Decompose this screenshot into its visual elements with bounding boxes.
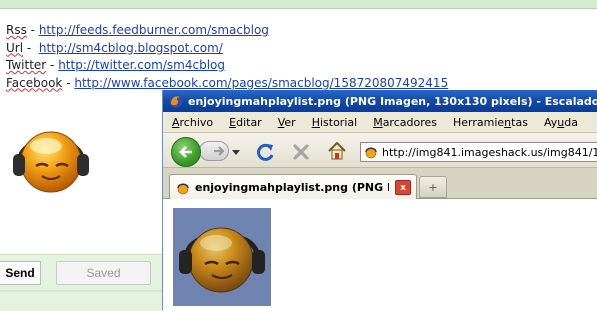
headphone-smiley-image bbox=[179, 227, 265, 293]
link-separator: - bbox=[46, 58, 59, 72]
url-text: http://img841.imageshack.us/img841/1516/ bbox=[382, 145, 597, 159]
send-button[interactable]: Send bbox=[0, 261, 41, 285]
window-titlebar[interactable]: enjoyingmahplaylist.png (PNG Imagen, 130… bbox=[163, 90, 597, 112]
back-arrow-icon bbox=[179, 146, 192, 158]
link-list: Rss - http://feeds.feedburner.com/smacbl… bbox=[6, 22, 448, 92]
new-tab-button[interactable]: + bbox=[419, 176, 447, 198]
saved-button[interactable]: Saved bbox=[56, 261, 151, 285]
favicon-icon bbox=[365, 147, 377, 159]
reload-icon[interactable] bbox=[255, 141, 277, 163]
back-button[interactable] bbox=[171, 137, 201, 167]
url-bar[interactable]: http://img841.imageshack.us/img841/1516/ bbox=[360, 142, 597, 162]
firefox-icon bbox=[169, 94, 183, 108]
tab-title: enjoyingmahplaylist.png (PNG Im... bbox=[195, 181, 389, 194]
menu-editar[interactable]: Editar bbox=[220, 116, 269, 129]
link-blog[interactable]: http://sm4cblog.blogspot.com/ bbox=[39, 41, 223, 55]
menu-bar: Archivo Editar Ver Historial Marcadores … bbox=[163, 112, 597, 133]
forward-button[interactable] bbox=[199, 141, 229, 161]
image-viewer[interactable] bbox=[173, 208, 271, 306]
link-facebook[interactable]: http://www.facebook.com/pages/smacblog/1… bbox=[74, 76, 448, 90]
menu-herramientas[interactable]: Herramientas bbox=[444, 116, 535, 129]
link-label: Url bbox=[6, 40, 24, 55]
action-bar-divider bbox=[0, 290, 162, 292]
stop-icon[interactable] bbox=[291, 142, 311, 162]
menu-archivo[interactable]: Archivo bbox=[163, 116, 220, 129]
link-rss[interactable]: http://feeds.feedburner.com/smacblog bbox=[39, 23, 269, 37]
headphone-smiley-image bbox=[13, 131, 89, 193]
link-label: Rss bbox=[6, 23, 27, 37]
tab-image[interactable]: enjoyingmahplaylist.png (PNG Im... x bbox=[169, 174, 417, 200]
link-separator: - bbox=[23, 40, 39, 55]
link-label: Twitter bbox=[6, 58, 47, 72]
link-row-url: Url - http://sm4cblog.blogspot.com/ bbox=[6, 40, 448, 58]
menu-ver[interactable]: Ver bbox=[269, 116, 303, 129]
chevron-down-icon bbox=[232, 149, 240, 155]
menu-historial[interactable]: Historial bbox=[303, 116, 365, 129]
navigation-toolbar: http://img841.imageshack.us/img841/1516/ bbox=[163, 133, 597, 168]
window-title: enjoyingmahplaylist.png (PNG Imagen, 130… bbox=[188, 94, 597, 108]
link-separator: - bbox=[26, 23, 39, 37]
history-dropdown[interactable] bbox=[231, 147, 241, 157]
link-separator: - bbox=[62, 75, 75, 90]
favicon-icon bbox=[177, 183, 189, 194]
link-row-rss: Rss - http://feeds.feedburner.com/smacbl… bbox=[6, 22, 448, 40]
link-twitter[interactable]: http://twitter.com/sm4cblog bbox=[58, 58, 225, 72]
menu-marcadores[interactable]: Marcadores bbox=[364, 116, 444, 129]
link-row-twitter: Twitter - http://twitter.com/sm4cblog bbox=[6, 57, 448, 75]
close-tab-icon[interactable]: x bbox=[395, 180, 411, 195]
page-content bbox=[163, 199, 597, 310]
home-icon[interactable] bbox=[326, 140, 348, 162]
top-strip bbox=[0, 0, 597, 9]
menu-ayuda[interactable]: Ayuda bbox=[535, 116, 585, 129]
firefox-window: enjoyingmahplaylist.png (PNG Imagen, 130… bbox=[162, 90, 597, 310]
forward-arrow-icon bbox=[214, 146, 225, 156]
tab-strip: enjoyingmahplaylist.png (PNG Im... x + bbox=[163, 168, 597, 200]
link-label: Facebook bbox=[6, 75, 63, 90]
